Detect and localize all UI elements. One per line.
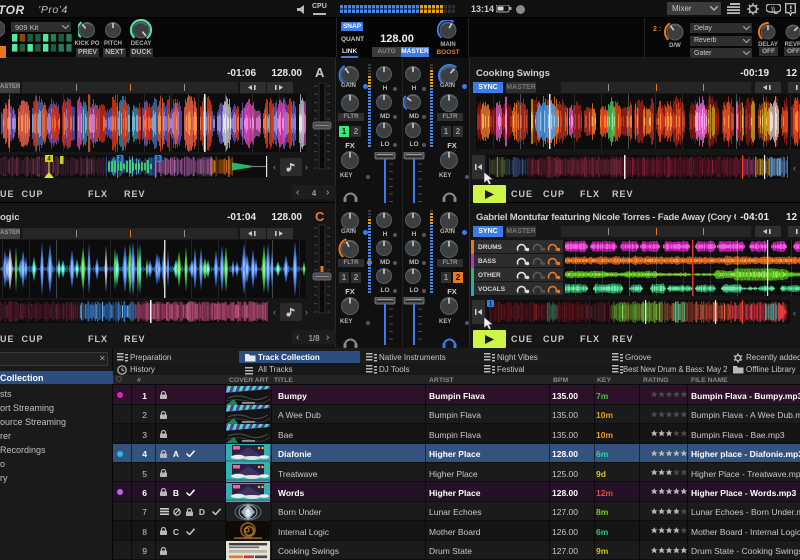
svg-text:)): )) [771, 7, 775, 13]
